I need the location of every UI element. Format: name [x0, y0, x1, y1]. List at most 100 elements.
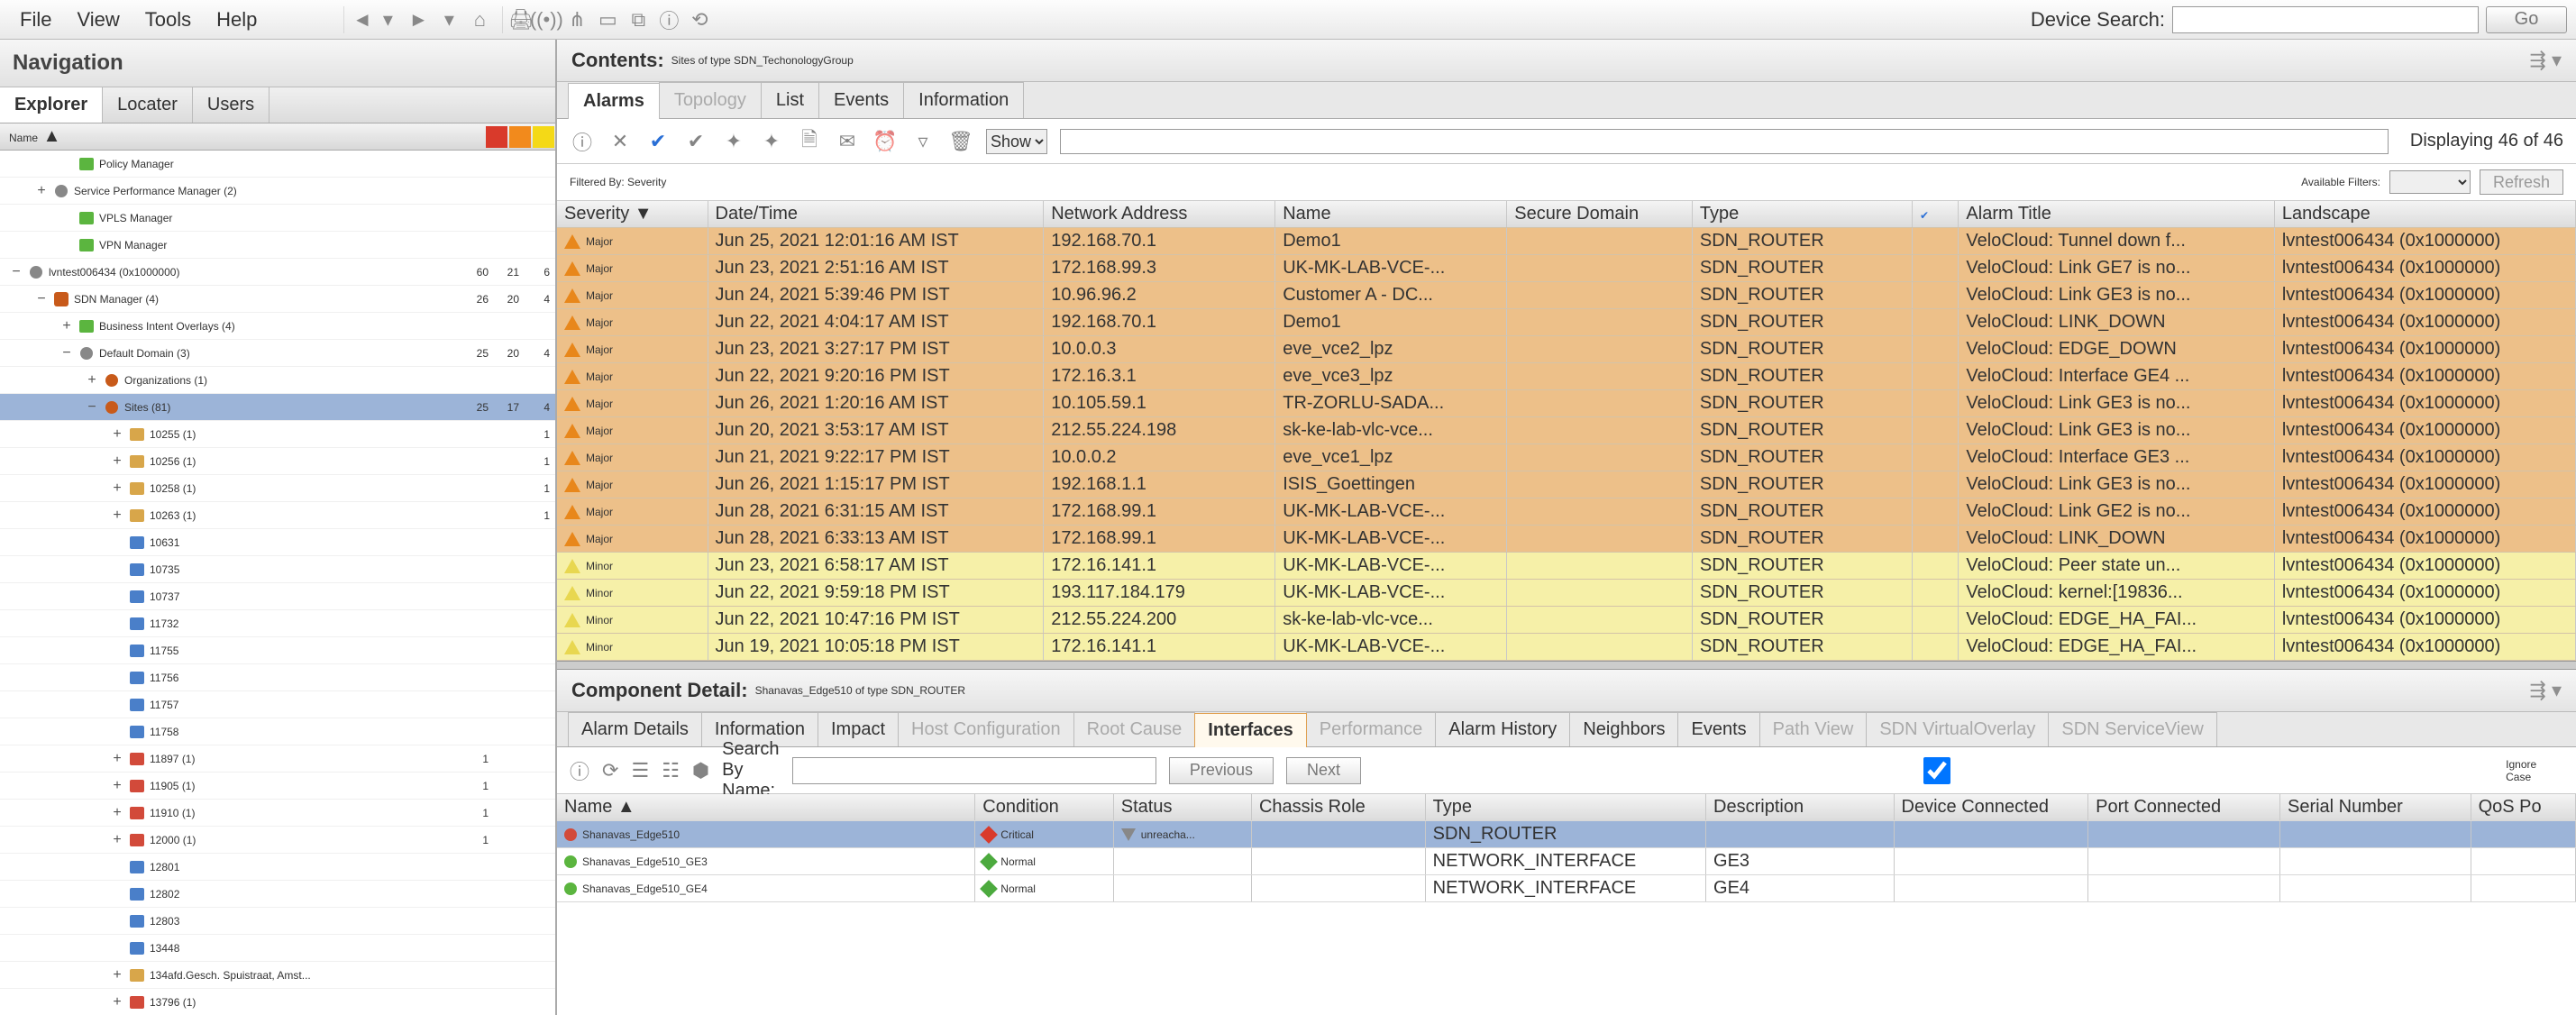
expand-icon[interactable]: +	[59, 318, 74, 334]
refresh-button[interactable]: Refresh	[2480, 169, 2563, 195]
alarm-unack-icon[interactable]: ✔	[683, 129, 708, 154]
dtab-events[interactable]: Events	[1677, 712, 1759, 746]
tree-row[interactable]: +11897 (1)1	[0, 745, 555, 773]
expand-icon[interactable]: +	[110, 480, 124, 497]
detail-refresh-icon[interactable]: ⟳	[602, 758, 618, 783]
search-by-name-input[interactable]	[792, 757, 1156, 784]
dtab-neighbors[interactable]: Neighbors	[1569, 712, 1678, 746]
expand-icon[interactable]: +	[110, 805, 124, 821]
info-icon[interactable]: ⓘ	[655, 6, 682, 33]
alarm-tool1-icon[interactable]: ✦	[721, 129, 746, 154]
expand-icon[interactable]: +	[110, 832, 124, 848]
alarm-row[interactable]: MajorJun 26, 2021 1:15:17 PM IST192.168.…	[557, 471, 2576, 498]
dcol-header[interactable]: Port Connected	[2088, 794, 2280, 821]
dtab-alarm-details[interactable]: Alarm Details	[568, 712, 702, 746]
tree-row[interactable]: 12803	[0, 908, 555, 935]
tree-row[interactable]: 13448	[0, 935, 555, 962]
broadcast-icon[interactable]: ((•))	[533, 6, 560, 33]
tab-information[interactable]: Information	[903, 82, 1024, 118]
print-icon[interactable]: 🖨	[502, 6, 529, 33]
next-button[interactable]: Next	[1286, 757, 1361, 784]
alarm-trash-icon[interactable]: 🗑	[948, 129, 973, 154]
tree-row[interactable]: −Default Domain (3)25204	[0, 340, 555, 367]
alarm-row[interactable]: MajorJun 21, 2021 9:22:17 PM IST10.0.0.2…	[557, 444, 2576, 471]
col-header[interactable]: Landscape	[2274, 201, 2575, 228]
expand-icon[interactable]: +	[85, 372, 99, 389]
col-header[interactable]: ✔	[1913, 201, 1959, 228]
alarm-clock-icon[interactable]: ⏰	[872, 129, 898, 154]
monitor-icon[interactable]: ▭	[594, 6, 621, 33]
detail-row[interactable]: Shanavas_Edge510_GE3NormalNETWORK_INTERF…	[557, 848, 2576, 875]
alarm-search-input[interactable]	[1060, 129, 2389, 154]
tree-col-name[interactable]: Name ▲	[9, 126, 485, 147]
alarm-row[interactable]: MajorJun 24, 2021 5:39:46 PM IST10.96.96…	[557, 282, 2576, 309]
col-header[interactable]: Date/Time	[708, 201, 1044, 228]
tab-explorer[interactable]: Explorer	[0, 87, 103, 123]
expand-icon[interactable]: +	[110, 426, 124, 443]
dcol-header[interactable]: Condition	[975, 794, 1113, 821]
expand-icon[interactable]: −	[59, 345, 74, 361]
alarm-row[interactable]: MinorJun 19, 2021 10:05:18 PM IST172.16.…	[557, 634, 2576, 661]
tree-row[interactable]: 11757	[0, 691, 555, 718]
dtab-interfaces[interactable]: Interfaces	[1194, 713, 1307, 747]
tree-row[interactable]: +11910 (1)1	[0, 800, 555, 827]
go-button[interactable]: Go	[2486, 6, 2567, 33]
tree-row[interactable]: VPN Manager	[0, 232, 555, 259]
tab-users[interactable]: Users	[193, 87, 269, 123]
tree-row[interactable]: 10735	[0, 556, 555, 583]
device-search-input[interactable]	[2172, 6, 2479, 33]
dcol-header[interactable]: Description	[1706, 794, 1895, 821]
sev-filter-critical[interactable]	[486, 126, 507, 148]
forward-dropdown-icon[interactable]: ▾	[435, 6, 462, 33]
alarm-filter-icon[interactable]: ▿	[910, 129, 936, 154]
expand-icon[interactable]: −	[85, 399, 99, 416]
detail-info-icon[interactable]: ⓘ	[570, 758, 589, 783]
tree-row[interactable]: +10258 (1)1	[0, 475, 555, 502]
tab-list[interactable]: List	[761, 82, 819, 118]
alarm-row[interactable]: MajorJun 28, 2021 6:33:13 AM IST172.168.…	[557, 526, 2576, 553]
alarm-row[interactable]: MajorJun 25, 2021 12:01:16 AM IST192.168…	[557, 228, 2576, 255]
detail-grid[interactable]: Name ▲ConditionStatusChassis RoleTypeDes…	[557, 794, 2576, 1015]
tree-row[interactable]: −Sites (81)25174	[0, 394, 555, 421]
alarm-row[interactable]: MajorJun 28, 2021 6:31:15 AM IST172.168.…	[557, 498, 2576, 526]
tree-row[interactable]: −lvntest006434 (0x1000000)60216	[0, 259, 555, 286]
alarm-row[interactable]: MinorJun 22, 2021 10:47:16 PM IST212.55.…	[557, 607, 2576, 634]
previous-button[interactable]: Previous	[1169, 757, 1274, 784]
tree-row[interactable]: 11732	[0, 610, 555, 637]
tree-row[interactable]: +Business Intent Overlays (4)	[0, 313, 555, 340]
col-header[interactable]: Network Address	[1044, 201, 1275, 228]
tree-row[interactable]: −SDN Manager (4)26204	[0, 286, 555, 313]
tree-row[interactable]: +Service Performance Manager (2)	[0, 178, 555, 205]
menu-view[interactable]: View	[66, 5, 130, 35]
alarm-row[interactable]: MajorJun 26, 2021 1:20:16 AM IST10.105.5…	[557, 390, 2576, 417]
available-filters-select[interactable]	[2389, 170, 2471, 194]
alarm-info-icon[interactable]: ⓘ	[570, 129, 595, 154]
dtab-impact[interactable]: Impact	[818, 712, 899, 746]
expand-icon[interactable]: +	[110, 778, 124, 794]
alarm-row[interactable]: MajorJun 20, 2021 3:53:17 AM IST212.55.2…	[557, 417, 2576, 444]
alarm-mail-icon[interactable]: ✉	[835, 129, 860, 154]
alarm-tool2-icon[interactable]: ✦	[759, 129, 784, 154]
tree-row[interactable]: +10255 (1)1	[0, 421, 555, 448]
alarm-row[interactable]: MajorJun 23, 2021 2:51:16 AM IST172.168.…	[557, 255, 2576, 282]
alarm-row[interactable]: MajorJun 22, 2021 4:04:17 AM IST192.168.…	[557, 309, 2576, 336]
tab-events[interactable]: Events	[818, 82, 904, 118]
alarm-row[interactable]: MinorJun 22, 2021 9:59:18 PM IST193.117.…	[557, 580, 2576, 607]
menu-tools[interactable]: Tools	[134, 5, 202, 35]
dcol-header[interactable]: Serial Number	[2279, 794, 2471, 821]
dcol-header[interactable]: Chassis Role	[1251, 794, 1425, 821]
tree-row[interactable]: +Organizations (1)	[0, 367, 555, 394]
dcol-header[interactable]: QoS Po	[2471, 794, 2575, 821]
tree-row[interactable]: VPLS Manager	[0, 205, 555, 232]
share-icon[interactable]: ⇶ ▾	[2529, 49, 2562, 72]
tree-row[interactable]: 11758	[0, 718, 555, 745]
alarm-row[interactable]: MajorJun 23, 2021 3:27:17 PM IST10.0.0.3…	[557, 336, 2576, 363]
detail-share-icon[interactable]: ⇶ ▾	[2529, 679, 2562, 702]
network-icon[interactable]: ⋔	[563, 6, 590, 33]
dcol-header[interactable]: Device Connected	[1894, 794, 2088, 821]
expand-icon[interactable]: +	[110, 994, 124, 1010]
sev-filter-minor[interactable]	[533, 126, 554, 148]
dcol-header[interactable]: Name ▲	[557, 794, 975, 821]
home-icon[interactable]: ⌂	[466, 6, 493, 33]
detail-device-icon[interactable]: ⬢	[692, 758, 709, 783]
